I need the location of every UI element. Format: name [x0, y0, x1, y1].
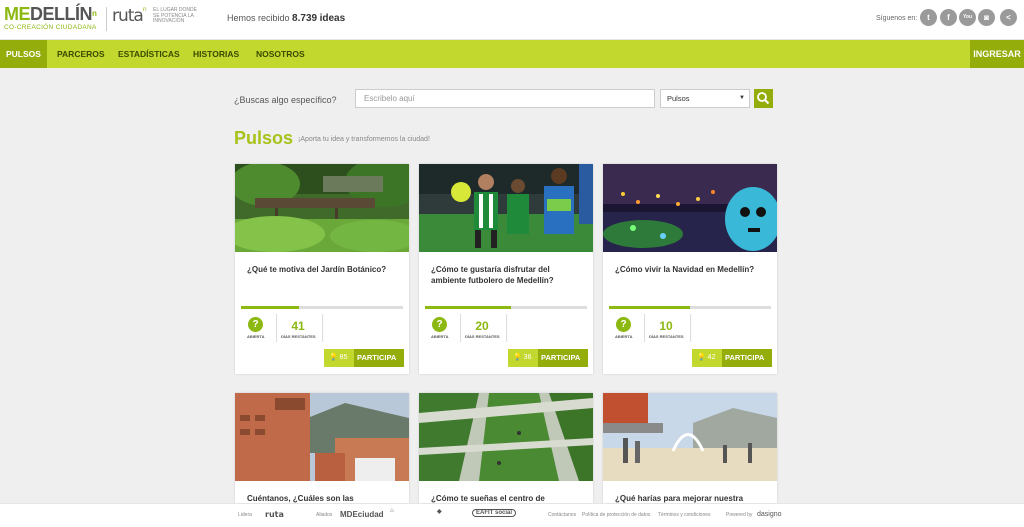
site-header: MEDELLÍNn CO-CREACIÓN CIUDADANA rutan EL… — [0, 0, 1024, 40]
chevron-down-icon: ▼ — [739, 95, 745, 101]
card-question[interactable]: ¿Qué te motiva del Jardín Botánico? — [247, 264, 397, 275]
card-image-navidad[interactable] — [603, 164, 777, 252]
ideas-count-badge: 💡 36 — [508, 349, 538, 367]
medellin-logo[interactable]: MEDELLÍNn CO-CREACIÓN CIUDADANA — [4, 5, 97, 31]
nav-item-pulsos[interactable]: PULSOS — [0, 40, 47, 68]
card-image-centro[interactable] — [419, 393, 593, 481]
pulso-card[interactable]: ¿Qué te motiva del Jardín Botánico? ? AB… — [235, 164, 409, 374]
footer-aliados: Aliados — [316, 512, 333, 518]
footer-contactanos-link[interactable]: Contáctanos — [548, 512, 576, 518]
card-image-mejorar[interactable] — [603, 393, 777, 481]
footer-lidera: Lidera — [238, 512, 252, 518]
card-question[interactable]: ¿Cómo vivir la Navidad en Medellín? — [615, 264, 765, 275]
page-title: Pulsos — [234, 128, 294, 148]
footer-eafit-logo[interactable]: EAFIT social — [472, 509, 517, 517]
footer-terminos-link[interactable]: Términos y condiciones — [658, 512, 711, 518]
card-progress-bar — [241, 306, 403, 309]
logo-me: ME — [4, 4, 31, 24]
participa-button[interactable]: 💡 36 PARTICIPA — [508, 349, 588, 367]
pulso-card[interactable]: ¿Cómo vivir la Navidad en Medellín? ? AB… — [603, 164, 777, 374]
footer-powered: Powered by — [726, 512, 753, 518]
nav-item-historias[interactable]: HISTORIAS — [193, 40, 239, 68]
logo-rest: DELLÍN — [30, 4, 93, 24]
nav-item-estadisticas[interactable]: ESTADÍSTICAS — [118, 40, 180, 68]
alcaldia-logo[interactable]: ⌂ — [390, 508, 394, 514]
youtube-icon[interactable]: You — [959, 9, 976, 26]
question-icon: ? — [432, 317, 447, 332]
footer-ruta-logo[interactable]: ruta — [265, 510, 284, 519]
search-category-select[interactable]: Pulsos ▼ — [660, 89, 750, 108]
status-label: ABIERTA — [615, 334, 633, 339]
logo-divider — [106, 7, 107, 31]
card-image-futbol[interactable] — [419, 164, 593, 252]
search-label: ¿Buscas algo específico? — [234, 95, 337, 105]
instagram-icon[interactable]: ◙ — [978, 9, 995, 26]
card-image-prioridades[interactable] — [235, 393, 409, 481]
partner-logo[interactable]: ◆ — [437, 508, 442, 515]
days-remaining: 41 — [291, 319, 305, 333]
pulso-card[interactable]: Cuéntanos, ¿Cuáles son las prioridades — [235, 393, 409, 514]
lightbulb-icon: 💡 — [513, 354, 522, 361]
nav-item-nosotros[interactable]: NOSOTROS — [256, 40, 305, 68]
participa-button[interactable]: 💡 42 PARTICIPA — [692, 349, 772, 367]
status-label: ABIERTA — [431, 334, 449, 339]
search-icon — [757, 92, 770, 105]
days-label: DÍAS RESTANTES — [281, 334, 316, 339]
card-image-jardin[interactable] — [235, 164, 409, 252]
footer-designa-logo[interactable]: dasigno — [757, 511, 782, 518]
pulso-card[interactable]: ¿Qué harías para mejorar nuestra — [603, 393, 777, 508]
search-input[interactable] — [355, 89, 655, 108]
facebook-icon[interactable]: f — [940, 9, 957, 26]
twitter-icon[interactable]: t — [920, 9, 937, 26]
card-progress-bar — [425, 306, 587, 309]
question-icon: ? — [248, 317, 263, 332]
days-remaining: 10 — [659, 319, 673, 333]
page-subtitle: ¡Aporta tu idea y transformemos la ciuda… — [298, 136, 430, 143]
ideas-count: 8.739 — [292, 13, 318, 24]
lightbulb-icon: 💡 — [329, 354, 338, 361]
logo-sup: n — [92, 9, 97, 18]
days-label: DÍAS RESTANTES — [649, 334, 684, 339]
days-label: DÍAS RESTANTES — [465, 334, 500, 339]
ruta-n-logo[interactable]: rutan — [112, 6, 147, 26]
question-icon: ? — [616, 317, 631, 332]
lightbulb-icon: 💡 — [697, 354, 706, 361]
ideas-counter: Hemos recibido 8.739 ideas — [227, 13, 346, 24]
footer-mde-logo[interactable]: MDEciudad — [340, 510, 384, 519]
ideas-count-badge: 💡 85 — [324, 349, 354, 367]
card-question[interactable]: ¿Cómo te gustaría disfrutar del ambiente… — [431, 264, 581, 286]
status-label: ABIERTA — [247, 334, 265, 339]
participa-button[interactable]: 💡 85 PARTICIPA — [324, 349, 404, 367]
footer-politica-link[interactable]: Política de protección de datos — [582, 512, 650, 518]
main-nav: PULSOS PARCEROS ESTADÍSTICAS HISTORIAS N… — [0, 40, 1024, 68]
ruta-tagline: EL LUGAR DONDE SE POTENCIA LA INNOVACIÓN — [153, 7, 197, 24]
search-button[interactable] — [754, 89, 773, 108]
share-icon[interactable]: < — [1000, 9, 1017, 26]
pulso-card[interactable]: ¿Cómo te gustaría disfrutar del ambiente… — [419, 164, 593, 374]
ideas-count-badge: 💡 42 — [692, 349, 722, 367]
nav-item-parceros[interactable]: PARCEROS — [57, 40, 105, 68]
site-footer: Lidera ruta Aliados MDEciudad ⌂ ◆ EAFIT … — [0, 503, 1024, 527]
card-progress-bar — [609, 306, 771, 309]
follow-label: Síguenos en: — [876, 15, 918, 22]
pulso-card[interactable]: ¿Cómo te sueñas el centro de Medellín? — [419, 393, 593, 514]
days-remaining: 20 — [475, 319, 489, 333]
login-button[interactable]: INGRESAR — [970, 40, 1024, 68]
logo-subtitle: CO-CREACIÓN CIUDADANA — [4, 24, 97, 31]
